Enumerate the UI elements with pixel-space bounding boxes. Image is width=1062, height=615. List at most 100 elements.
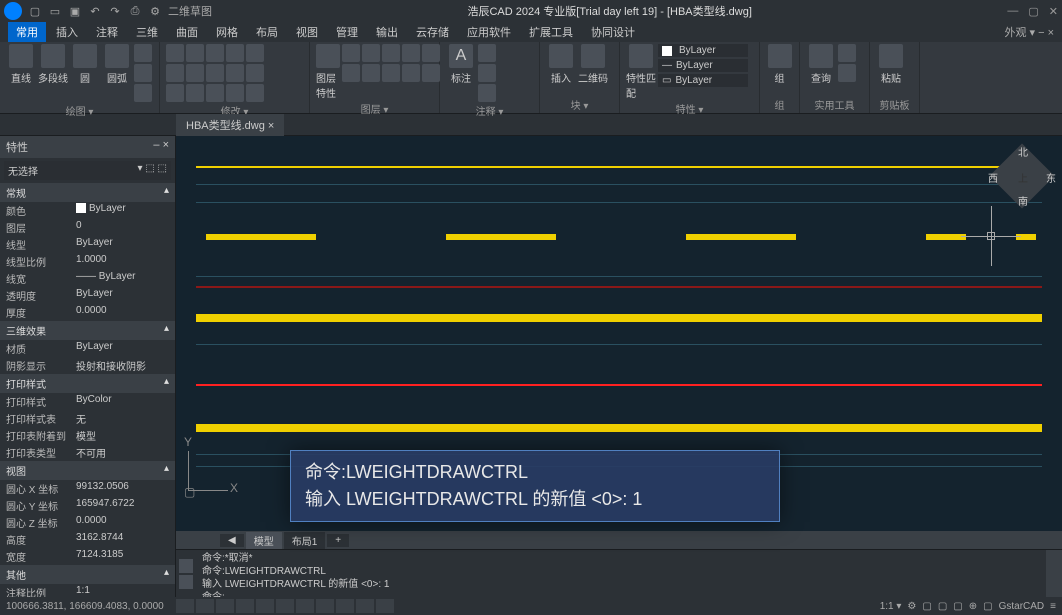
paste-button[interactable]: 粘贴 <box>876 44 906 85</box>
cmd-close-icon[interactable] <box>179 575 193 589</box>
model-toggle[interactable] <box>316 599 334 613</box>
cmd-scrollbar[interactable] <box>1046 550 1062 597</box>
qrcode-button[interactable]: 二维码 <box>578 44 608 85</box>
draw-tool-icon[interactable] <box>134 84 152 102</box>
prop-row[interactable]: 材质ByLayer <box>0 340 175 357</box>
tab-manage[interactable]: 管理 <box>328 22 366 42</box>
osnap-toggle[interactable] <box>256 599 274 613</box>
group-button[interactable]: 组 <box>766 44 793 85</box>
modify-tool-icon[interactable] <box>226 84 244 102</box>
scale-dropdown[interactable]: 1:1 ▾ <box>880 601 902 612</box>
linear-dim-icon[interactable] <box>478 44 496 62</box>
prop-category[interactable]: 打印样式▴ <box>0 374 175 393</box>
draw-tool-icon[interactable] <box>134 64 152 82</box>
prop-category[interactable]: 视图▴ <box>0 461 175 480</box>
tab-collab[interactable]: 协同设计 <box>583 22 643 42</box>
tab-view[interactable]: 视图 <box>288 22 326 42</box>
file-tab[interactable]: HBA类型线.dwg × <box>176 114 284 136</box>
status-tool-icon[interactable]: ▢ <box>922 601 931 612</box>
status-tool-icon[interactable]: ▢ <box>983 601 992 612</box>
modify-extra-icon[interactable] <box>246 44 264 62</box>
view-cube[interactable]: 北 南 东 西 上 <box>992 146 1052 206</box>
text-button[interactable]: A标注 <box>446 44 476 85</box>
prop-row[interactable]: 打印表附着到模型 <box>0 427 175 444</box>
prop-row[interactable]: 圆心 Z 坐标0.0000 <box>0 514 175 531</box>
prop-category[interactable]: 三维效果▴ <box>0 321 175 340</box>
prop-category[interactable]: 其他▴ <box>0 565 175 584</box>
scale-icon[interactable] <box>186 64 204 82</box>
tab-surface[interactable]: 曲面 <box>168 22 206 42</box>
tab-extend[interactable]: 扩展工具 <box>521 22 581 42</box>
copy-icon[interactable] <box>186 44 204 62</box>
qat-open-icon[interactable]: ▭ <box>48 4 62 18</box>
nav-first-icon[interactable]: ◀ <box>220 534 244 547</box>
prop-row[interactable]: 线型ByLayer <box>0 236 175 253</box>
tab-home[interactable]: 常用 <box>8 22 46 42</box>
app-logo[interactable] <box>4 2 22 20</box>
circle-button[interactable]: 圆 <box>70 44 100 85</box>
prop-row[interactable]: 打印样式表无 <box>0 410 175 427</box>
grid-toggle[interactable] <box>196 599 214 613</box>
qat-plot-icon[interactable]: ⎙ <box>128 4 142 18</box>
tab-mesh[interactable]: 网格 <box>208 22 246 42</box>
tab-insert[interactable]: 插入 <box>48 22 86 42</box>
layer-tool-icon[interactable] <box>342 64 360 82</box>
otrack-toggle[interactable] <box>276 599 294 613</box>
panel-label-layer[interactable]: 图层 ▾ <box>316 100 433 117</box>
layout1-tab[interactable]: 布局1 <box>284 532 326 549</box>
table-icon[interactable] <box>478 84 496 102</box>
ribbon-right-controls[interactable]: 外观 ▾ − × <box>1004 24 1062 40</box>
prop-row[interactable]: 圆心 Y 坐标165947.6722 <box>0 497 175 514</box>
modify-extra-icon[interactable] <box>246 84 264 102</box>
coordinates-readout[interactable]: 100666.3811, 166609.4083, 0.0000 <box>6 601 176 612</box>
prop-row[interactable]: 注释比例1:1 <box>0 584 175 597</box>
arc-button[interactable]: 圆弧 <box>102 44 132 85</box>
modify-extra-icon[interactable] <box>246 64 264 82</box>
prop-row[interactable]: 图层0 <box>0 219 175 236</box>
qat-settings-icon[interactable]: ⚙ <box>148 4 162 18</box>
prop-row[interactable]: 圆心 X 坐标99132.0506 <box>0 480 175 497</box>
prop-row[interactable]: 透明度ByLayer <box>0 287 175 304</box>
tab-layout[interactable]: 布局 <box>248 22 286 42</box>
layer-tool-icon[interactable] <box>362 64 380 82</box>
qat-redo-icon[interactable]: ↷ <box>108 4 122 18</box>
tab-cloud[interactable]: 云存储 <box>408 22 457 42</box>
layer-tool-icon[interactable] <box>362 44 380 62</box>
tab-output[interactable]: 输出 <box>368 22 406 42</box>
color-dropdown[interactable]: ByLayer <box>658 44 748 57</box>
line-button[interactable]: 直线 <box>6 44 36 85</box>
trim-icon[interactable] <box>206 64 224 82</box>
layer-tool-icon[interactable] <box>342 44 360 62</box>
layer-tool-icon[interactable] <box>402 64 420 82</box>
prop-row[interactable]: 颜色ByLayer <box>0 202 175 219</box>
status-tool-icon[interactable]: ⚙ <box>907 601 916 612</box>
polar-toggle[interactable] <box>236 599 254 613</box>
rotate-icon[interactable] <box>226 44 244 62</box>
layer-tool-icon[interactable] <box>382 64 400 82</box>
polyline-button[interactable]: 多段线 <box>38 44 68 85</box>
layer-tool-icon[interactable] <box>422 64 440 82</box>
status-tool-icon[interactable]: ▢ <box>938 601 947 612</box>
util-tool-icon[interactable] <box>838 44 856 62</box>
qat-save-icon[interactable]: ▣ <box>68 4 82 18</box>
tab-apps[interactable]: 应用软件 <box>459 22 519 42</box>
status-menu-icon[interactable]: ≡ <box>1050 601 1056 612</box>
move-icon[interactable] <box>166 44 184 62</box>
status-tool-icon[interactable]: ▢ <box>953 601 962 612</box>
panel-label-props[interactable]: 特性 ▾ <box>626 100 753 117</box>
mirror-icon[interactable] <box>166 64 184 82</box>
layer-tool-icon[interactable] <box>422 44 440 62</box>
add-layout-icon[interactable]: + <box>327 534 349 547</box>
selection-dropdown[interactable]: 无选择▾ ⬚ ⬚ <box>4 161 171 180</box>
array-icon[interactable] <box>166 84 184 102</box>
prop-row[interactable]: 打印样式ByColor <box>0 393 175 410</box>
modify-tool-icon[interactable] <box>206 84 224 102</box>
measure-button[interactable]: 查询 <box>806 44 836 85</box>
layer-tool-icon[interactable] <box>382 44 400 62</box>
close-icon[interactable]: ✕ <box>1049 5 1058 18</box>
prop-row[interactable]: 宽度7124.3185 <box>0 548 175 565</box>
qat-undo-icon[interactable]: ↶ <box>88 4 102 18</box>
snap-toggle[interactable] <box>176 599 194 613</box>
prop-row[interactable]: 厚度0.0000 <box>0 304 175 321</box>
prop-row[interactable]: 线宽—— ByLayer <box>0 270 175 287</box>
